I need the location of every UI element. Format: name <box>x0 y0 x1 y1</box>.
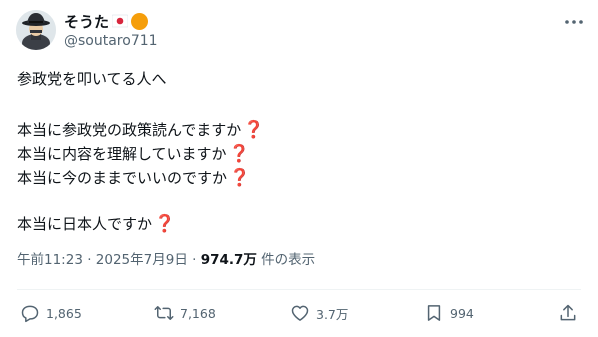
divider <box>17 289 581 290</box>
tweet-text: 本当に内容を理解していますか <box>17 145 227 163</box>
avatar-detective-icon <box>16 10 56 50</box>
reply-count: 1,865 <box>46 305 82 321</box>
question-mark-icon: ❓ <box>229 168 251 188</box>
repost-count: 7,168 <box>180 305 216 321</box>
repost-icon <box>154 306 174 320</box>
bookmark-count: 994 <box>450 305 474 321</box>
question-mark-icon: ❓ <box>243 120 265 140</box>
orange-circle-icon <box>131 13 148 30</box>
reply-button[interactable]: 1,865 <box>20 301 82 325</box>
like-button[interactable]: 3.7万 <box>290 301 348 325</box>
tweet-line: 本当に日本人ですか ❓ <box>17 214 175 234</box>
display-name[interactable]: そうた <box>64 12 109 32</box>
tweet-line: 参政党を叩いてる人へ <box>17 70 167 88</box>
view-count-suffix: 件の表示 <box>256 252 316 268</box>
user-handle[interactable]: @soutaro711 <box>64 32 158 50</box>
tweet-datetime[interactable]: 午前11:23 · 2025年7月9日 · <box>17 252 201 268</box>
tweet-text: 本当に今のままでいいのですか <box>17 169 228 187</box>
heart-icon <box>291 305 309 321</box>
more-options-icon[interactable] <box>562 14 586 30</box>
repost-button[interactable]: 7,168 <box>154 301 216 325</box>
tweet-line: 本当に内容を理解していますか ❓ <box>17 144 250 164</box>
share-button[interactable] <box>558 301 584 325</box>
tweet-text: 本当に日本人ですか <box>17 215 153 233</box>
tweet-line: 本当に参政党の政策読んでますか ❓ <box>17 120 264 140</box>
tweet-meta: 午前11:23 · 2025年7月9日 · 974.7万 件の表示 <box>17 251 315 269</box>
japan-flag-icon <box>112 14 128 28</box>
bookmark-button[interactable]: 994 <box>424 301 474 325</box>
tweet-line: 本当に今のままでいいのですか ❓ <box>17 168 250 188</box>
question-mark-icon: ❓ <box>154 214 176 234</box>
tweet-text: 本当に参政党の政策読んでますか <box>17 121 242 139</box>
reply-icon <box>21 305 39 323</box>
bookmark-icon <box>427 305 441 321</box>
share-icon <box>560 304 576 321</box>
question-mark-icon: ❓ <box>228 144 250 164</box>
like-count: 3.7万 <box>316 306 349 322</box>
view-count: 974.7万 <box>200 252 257 268</box>
avatar[interactable] <box>16 10 56 50</box>
